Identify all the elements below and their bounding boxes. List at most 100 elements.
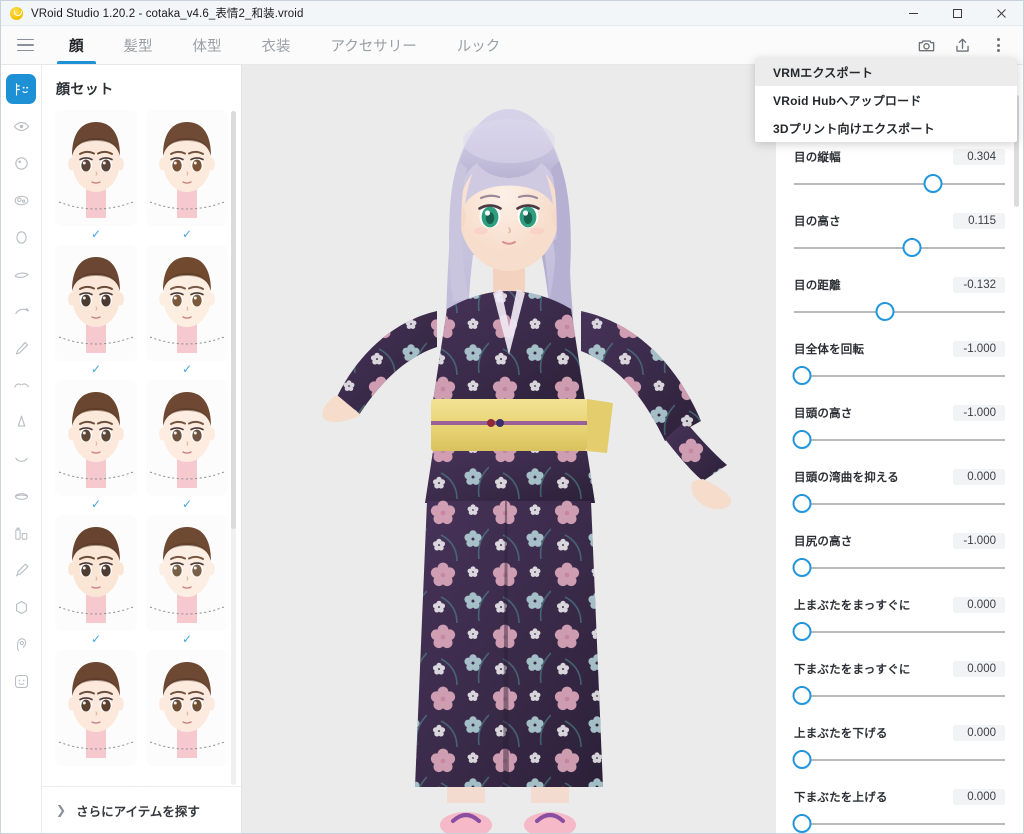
eye-white-icon[interactable] — [6, 222, 36, 252]
face-thumbnail-scroll-area[interactable]: ✓ ✓ ✓ ✓ ✓ ✓ ✓ ✓ — [42, 110, 241, 786]
model-viewport[interactable] — [242, 65, 775, 833]
slider-knob[interactable] — [923, 174, 943, 193]
slider-knob[interactable] — [792, 686, 812, 705]
face-set-item[interactable]: ✓ — [145, 110, 229, 241]
lip-icon[interactable] — [6, 481, 36, 511]
face-set-item[interactable]: ✓ — [145, 380, 229, 511]
parameter-slider[interactable] — [792, 749, 1005, 771]
mouth-icon[interactable] — [6, 444, 36, 474]
slider-track[interactable] — [794, 631, 1005, 633]
parameter-slider[interactable] — [794, 301, 1005, 323]
eyeliner-icon[interactable] — [6, 333, 36, 363]
parameter-header: 目の高さ 0.115 — [794, 213, 1005, 229]
parameter-slider[interactable] — [794, 237, 1005, 259]
parameter-slider[interactable] — [792, 493, 1005, 515]
slider-track[interactable] — [794, 823, 1005, 825]
panel-scrollbar[interactable] — [231, 111, 236, 785]
slider-track[interactable] — [794, 311, 1005, 313]
face-set-item[interactable]: ✓ — [54, 245, 138, 376]
slider-track[interactable] — [794, 695, 1005, 697]
parameter-label: 下まぶたを上げる — [794, 792, 888, 804]
face-set-item[interactable]: ✓ — [54, 380, 138, 511]
tab-outfit[interactable]: 衣装 — [242, 26, 311, 64]
kebab-menu-icon[interactable] — [981, 28, 1015, 62]
slider-track[interactable] — [794, 375, 1005, 377]
menu-item-3d-print-export[interactable]: 3Dプリント向けエクスポート — [755, 114, 1017, 142]
slider-track[interactable] — [794, 567, 1005, 569]
menu-item-vroid-hub-upload[interactable]: VRoid Hubへアップロード — [755, 86, 1017, 114]
parameter-slider[interactable] — [792, 813, 1005, 833]
face-thumbnail[interactable] — [55, 785, 137, 786]
face-set-item[interactable]: ✓ — [54, 110, 138, 241]
face-set-item[interactable] — [54, 650, 138, 781]
tab-face[interactable]: 顔 — [49, 26, 104, 64]
face-thumbnail[interactable] — [55, 515, 137, 631]
face-thumbnail[interactable] — [146, 650, 228, 766]
face-set-item[interactable] — [145, 650, 229, 781]
maximize-icon[interactable] — [935, 1, 979, 26]
slider-knob[interactable] — [792, 366, 812, 385]
eyebrow-icon[interactable] — [6, 370, 36, 400]
face-thumbnail[interactable] — [146, 380, 228, 496]
ear-icon[interactable] — [6, 629, 36, 659]
slider-track[interactable] — [794, 503, 1005, 505]
iris-icon[interactable] — [6, 148, 36, 178]
parameter-header: 下まぶたをまっすぐに 0.000 — [794, 661, 1005, 677]
eye-icon[interactable] — [6, 111, 36, 141]
eyelash-icon[interactable] — [6, 296, 36, 326]
tab-accessory[interactable]: アクセサリー — [311, 26, 437, 64]
slider-knob[interactable] — [792, 622, 812, 641]
menu-item-vrm-export[interactable]: VRMエクスポート — [755, 58, 1017, 86]
face-set-icon[interactable] — [6, 74, 36, 104]
slider-knob[interactable] — [792, 814, 812, 833]
face-set-item[interactable] — [54, 785, 138, 786]
parameter-slider[interactable] — [792, 429, 1005, 451]
face-thumbnail[interactable] — [55, 245, 137, 361]
parameter-slider[interactable] — [792, 365, 1005, 387]
parameter-slider[interactable] — [792, 685, 1005, 707]
face-shape-icon[interactable] — [6, 592, 36, 622]
face-set-item[interactable]: ✓ — [145, 245, 229, 376]
face-thumbnail[interactable] — [55, 650, 137, 766]
tab-look[interactable]: ルック — [437, 26, 521, 64]
face-thumbnail[interactable] — [146, 515, 228, 631]
parameter-label: 上まぶたを下げる — [794, 728, 888, 740]
close-icon[interactable] — [979, 1, 1023, 26]
parameter-value: 0.000 — [953, 597, 1005, 613]
face-expression-icon[interactable] — [6, 666, 36, 696]
slider-knob[interactable] — [792, 494, 812, 513]
slider-track[interactable] — [794, 759, 1005, 761]
face-thumbnail[interactable] — [146, 245, 228, 361]
slider-track[interactable] — [794, 439, 1005, 441]
parameter-slider[interactable] — [792, 557, 1005, 579]
panel-scrollbar-thumb[interactable] — [231, 111, 236, 529]
slider-knob[interactable] — [875, 302, 895, 321]
face-thumbnail[interactable] — [55, 380, 137, 496]
parameter-slider[interactable] — [792, 621, 1005, 643]
face-thumbnail[interactable] — [146, 785, 228, 786]
eyelid-icon[interactable] — [6, 259, 36, 289]
face-set-item[interactable] — [145, 785, 229, 786]
minimize-icon[interactable] — [891, 1, 935, 26]
slider-track[interactable] — [794, 247, 1005, 249]
nose-icon[interactable] — [6, 407, 36, 437]
slider-knob[interactable] — [792, 430, 812, 449]
tab-body[interactable]: 体型 — [173, 26, 242, 64]
hamburger-icon[interactable] — [1, 26, 49, 64]
slider-knob[interactable] — [792, 750, 812, 769]
makeup-brush-icon[interactable] — [6, 555, 36, 585]
face-thumbnail[interactable] — [55, 110, 137, 226]
parameter-slider[interactable] — [794, 173, 1005, 195]
face-set-item[interactable]: ✓ — [145, 515, 229, 646]
find-more-items-button[interactable]: ❯ さらにアイテムを探す — [42, 786, 241, 833]
face-thumbnail[interactable] — [146, 110, 228, 226]
slider-knob[interactable] — [792, 558, 812, 577]
slider-track[interactable] — [794, 183, 1005, 185]
slider-knob[interactable] — [902, 238, 922, 257]
face-set-item[interactable]: ✓ — [54, 515, 138, 646]
camera-icon[interactable] — [909, 28, 943, 62]
tab-hair[interactable]: 髪型 — [104, 26, 173, 64]
cosmetics-icon[interactable] — [6, 518, 36, 548]
export-upload-icon[interactable] — [945, 28, 979, 62]
eye-highlight-icon[interactable] — [6, 185, 36, 215]
